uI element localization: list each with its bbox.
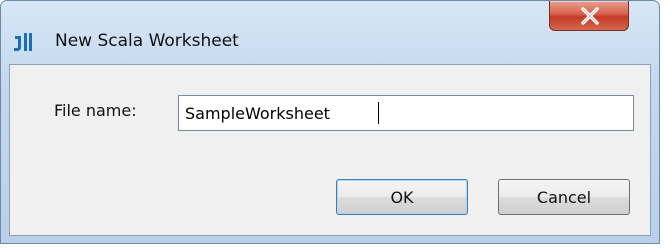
ok-button[interactable]: OK — [336, 179, 468, 215]
file-name-input[interactable] — [179, 96, 633, 130]
file-name-label: File name: — [54, 101, 137, 120]
close-icon — [581, 7, 599, 25]
dialog-content: File name: OK Cancel — [9, 64, 651, 236]
dialog-window: New Scala Worksheet File name: OK Cancel — [0, 0, 660, 244]
close-button[interactable] — [549, 1, 629, 31]
intellij-app-icon — [13, 30, 35, 52]
text-caret — [378, 102, 379, 124]
window-title: New Scala Worksheet — [55, 31, 239, 51]
cancel-button[interactable]: Cancel — [498, 179, 630, 215]
title-bar[interactable]: New Scala Worksheet — [1, 1, 659, 51]
file-name-field[interactable] — [178, 95, 634, 131]
